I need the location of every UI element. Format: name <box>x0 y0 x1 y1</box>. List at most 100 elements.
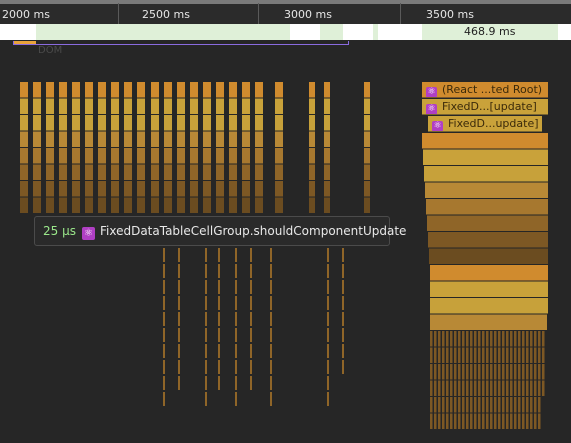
flame-block-thin[interactable] <box>205 280 207 294</box>
flame-block-cluster-thin[interactable] <box>502 364 505 380</box>
flame-block[interactable] <box>46 148 54 164</box>
flame-block[interactable] <box>229 131 237 148</box>
flame-block-cluster-thin[interactable] <box>442 331 445 347</box>
flame-block[interactable] <box>190 82 198 98</box>
flame-block[interactable] <box>33 197 41 214</box>
flame-block-cluster-thin[interactable] <box>458 380 461 397</box>
flame-block[interactable] <box>85 82 93 98</box>
flame-block[interactable] <box>364 164 370 181</box>
flame-block-thin[interactable] <box>270 296 272 310</box>
flame-block-cluster-thin[interactable] <box>502 331 505 347</box>
flame-block-cluster-thin[interactable] <box>450 331 453 347</box>
flame-block[interactable] <box>137 98 145 115</box>
flame-block[interactable] <box>364 82 370 98</box>
flame-block[interactable] <box>203 148 211 164</box>
flame-block-thin[interactable] <box>250 280 252 294</box>
flame-block-cluster-thin[interactable] <box>494 347 497 364</box>
flame-block-cluster-thin[interactable] <box>430 397 433 413</box>
flame-block-cluster-thin[interactable] <box>530 413 533 430</box>
flame-block-thin[interactable] <box>178 248 180 262</box>
flame-block-thin[interactable] <box>327 392 329 406</box>
flame-block-cluster-thin[interactable] <box>506 413 509 430</box>
flame-block-cluster-thin[interactable] <box>458 397 461 413</box>
flame-block[interactable] <box>275 164 283 181</box>
flame-block-cluster[interactable] <box>428 232 548 248</box>
flame-block[interactable] <box>242 82 250 98</box>
flame-block-thin[interactable] <box>163 312 165 326</box>
flame-block-thin[interactable] <box>178 360 180 374</box>
flame-block-thin[interactable] <box>178 344 180 358</box>
flame-block-cluster-thin[interactable] <box>514 413 517 430</box>
flame-block-thin[interactable] <box>342 328 344 342</box>
flame-block-cluster-thin[interactable] <box>498 347 501 364</box>
flame-block-cluster-thin[interactable] <box>494 397 497 413</box>
flame-block-cluster[interactable] <box>423 149 548 166</box>
flame-block-cluster-thin[interactable] <box>438 364 441 380</box>
flame-block-thin[interactable] <box>218 280 220 294</box>
flame-block[interactable] <box>255 181 263 197</box>
flame-block[interactable] <box>137 164 145 181</box>
flame-block-cluster-thin[interactable] <box>490 380 493 397</box>
flame-block[interactable] <box>177 115 185 131</box>
flame-block-cluster-thin[interactable] <box>530 331 533 347</box>
flame-block[interactable] <box>324 82 330 98</box>
flame-block[interactable] <box>111 197 119 214</box>
flame-block-cluster-thin[interactable] <box>542 347 545 364</box>
flame-block-cluster[interactable] <box>422 133 548 149</box>
flame-block[interactable] <box>324 181 330 197</box>
flame-block[interactable] <box>255 82 263 98</box>
flame-block[interactable] <box>324 115 330 131</box>
flame-block-cluster-thin[interactable] <box>510 331 513 347</box>
flame-block[interactable] <box>98 115 106 131</box>
flame-block[interactable] <box>111 115 119 131</box>
flame-block[interactable] <box>229 164 237 181</box>
flame-block[interactable] <box>190 115 198 131</box>
flame-block-cluster-thin[interactable] <box>466 331 469 347</box>
flame-block[interactable] <box>20 148 28 164</box>
flame-block-thin[interactable] <box>205 392 207 406</box>
flame-block[interactable] <box>216 98 224 115</box>
flame-block-cluster[interactable] <box>426 199 548 215</box>
flame-block[interactable] <box>309 82 315 98</box>
flame-block-cluster-thin[interactable] <box>502 397 505 413</box>
flame-block-cluster-thin[interactable] <box>486 413 489 430</box>
flame-block[interactable] <box>309 131 315 148</box>
flame-block[interactable] <box>242 181 250 197</box>
flame-block-cluster-thin[interactable] <box>462 413 465 430</box>
flame-block-cluster-thin[interactable] <box>478 364 481 380</box>
flame-block-thin[interactable] <box>163 392 165 406</box>
flame-block[interactable] <box>46 115 54 131</box>
flame-block-cluster-thin[interactable] <box>530 397 533 413</box>
flame-block-thin[interactable] <box>250 344 252 358</box>
flame-block-thin[interactable] <box>163 264 165 278</box>
flame-block-cluster-thin[interactable] <box>466 397 469 413</box>
flame-block-cluster-thin[interactable] <box>474 413 477 430</box>
flame-block[interactable] <box>177 98 185 115</box>
flame-block[interactable] <box>72 181 80 197</box>
flame-block[interactable] <box>203 197 211 214</box>
flame-block[interactable] <box>124 115 132 131</box>
flame-block-cluster-thin[interactable] <box>470 331 473 347</box>
flame-block-cluster-thin[interactable] <box>498 364 501 380</box>
flame-block[interactable] <box>190 181 198 197</box>
flame-block[interactable] <box>229 98 237 115</box>
flame-block-cluster-thin[interactable] <box>462 331 465 347</box>
flame-block[interactable] <box>216 164 224 181</box>
flame-block-cluster-thin[interactable] <box>430 331 433 347</box>
flame-block-thin[interactable] <box>270 376 272 390</box>
flame-block-cluster-thin[interactable] <box>534 380 537 397</box>
flame-block-cluster-thin[interactable] <box>434 347 437 364</box>
flame-block[interactable] <box>98 131 106 148</box>
flame-block[interactable] <box>242 98 250 115</box>
flame-block[interactable] <box>164 181 172 197</box>
flame-block-thin[interactable] <box>205 264 207 278</box>
flame-block-cluster-thin[interactable] <box>466 364 469 380</box>
flame-block-thin[interactable] <box>178 376 180 390</box>
flame-block-cluster-thin[interactable] <box>538 380 541 397</box>
flame-block[interactable] <box>33 98 41 115</box>
flame-block[interactable] <box>72 197 80 214</box>
flame-block[interactable] <box>72 115 80 131</box>
flame-block-cluster-thin[interactable] <box>434 331 437 347</box>
flame-block[interactable] <box>164 197 172 214</box>
flame-block-cluster-thin[interactable] <box>518 413 521 430</box>
